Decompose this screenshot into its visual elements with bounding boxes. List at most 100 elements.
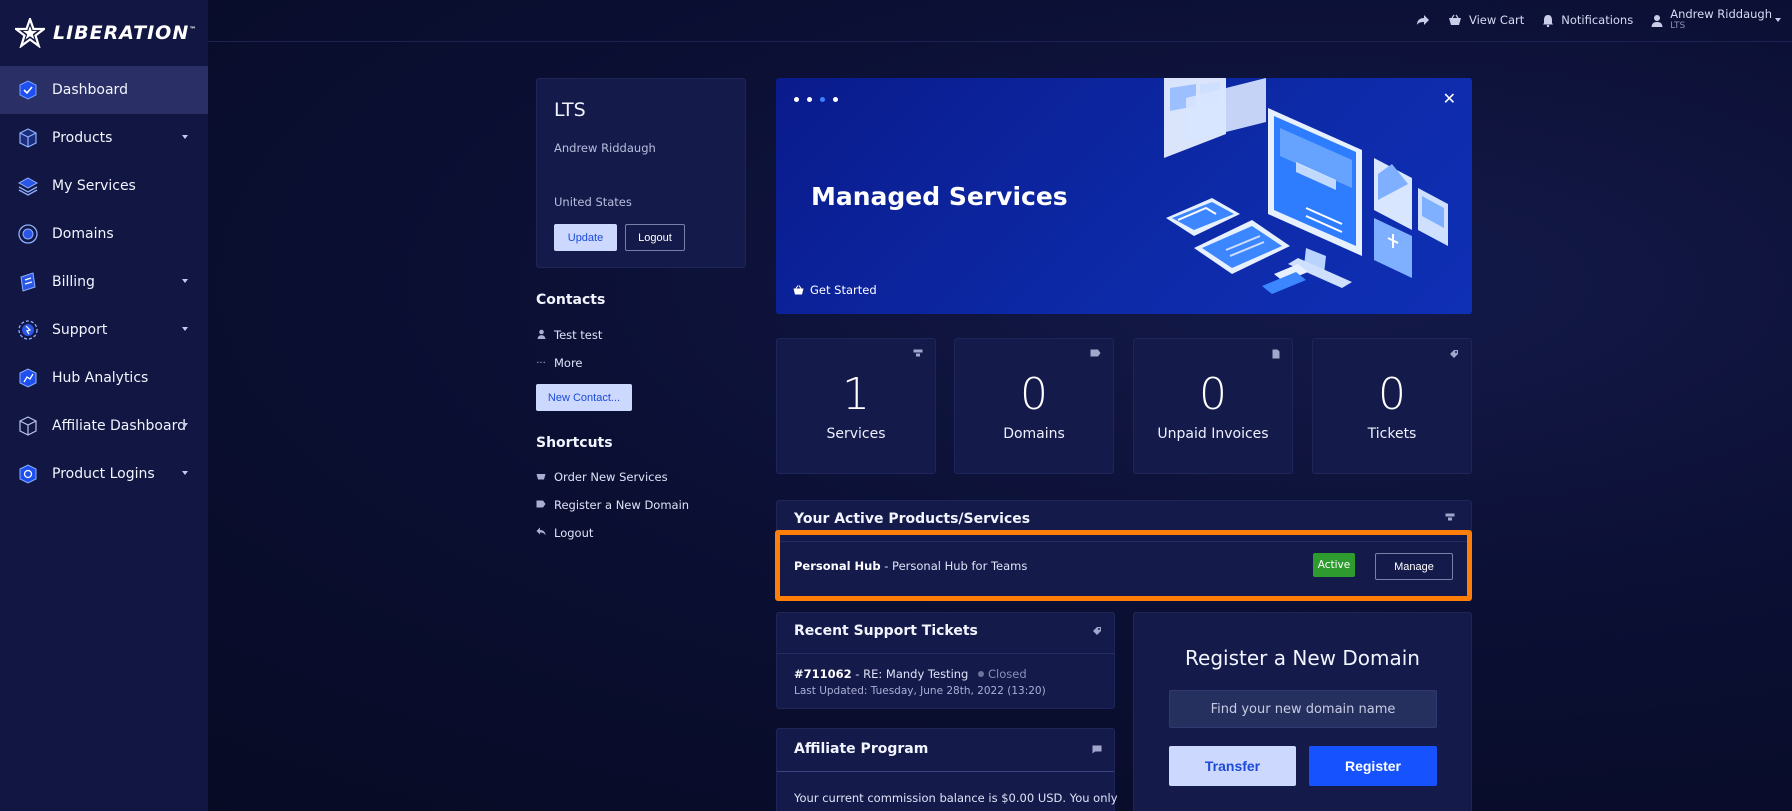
dashboard-icon: [16, 78, 40, 102]
sidebar-item-billing[interactable]: Billing: [0, 258, 208, 306]
affiliate-title: Affiliate Program: [794, 741, 929, 757]
topbar: View Cart Notifications Andrew Riddaugh …: [208, 0, 1792, 42]
document-icon: [1272, 349, 1280, 362]
carousel-dot[interactable]: [807, 97, 812, 102]
contact-item[interactable]: Test test: [536, 328, 602, 342]
stat-card-invoices[interactable]: 0 Unpaid Invoices: [1133, 338, 1293, 474]
sidebar-item-hub-analytics[interactable]: Hub Analytics: [0, 354, 208, 402]
user-company: LTS: [1670, 21, 1686, 31]
sidebar-item-domains[interactable]: Domains: [0, 210, 208, 258]
carousel-dot-active[interactable]: [820, 97, 825, 102]
shortcut-label: Order New Services: [554, 470, 668, 484]
banner-title: Managed Services: [811, 182, 1068, 211]
profile-company: LTS: [554, 99, 586, 121]
stat-card-domains[interactable]: 0 Domains: [954, 338, 1114, 474]
tag-icon: [1090, 349, 1101, 360]
bell-icon: [1543, 14, 1554, 27]
globe-icon: [16, 222, 40, 246]
chevron-down-icon: [1775, 18, 1781, 22]
view-cart-label: View Cart: [1468, 13, 1525, 27]
product-description: - Personal Hub for Teams: [880, 559, 1028, 573]
brand-logo[interactable]: LIBERATION™: [15, 18, 197, 48]
ticket-icon: [1449, 349, 1459, 362]
shortcut-register-domain[interactable]: Register a New Domain: [536, 498, 689, 512]
carousel-dot[interactable]: [794, 97, 799, 102]
tag-icon: [536, 500, 546, 511]
back-arrow-icon: [536, 527, 546, 539]
flag-icon: [1092, 745, 1102, 757]
carousel-dot[interactable]: [833, 97, 838, 102]
divider: [777, 771, 1114, 772]
domain-search-input[interactable]: [1169, 690, 1437, 728]
product-row: Personal Hub - Personal Hub for Teams: [794, 559, 1027, 573]
billing-icon: [16, 270, 40, 294]
stat-card-tickets[interactable]: 0 Tickets: [1312, 338, 1472, 474]
sidebar-item-affiliate-dashboard[interactable]: Affiliate Dashboard: [0, 402, 208, 450]
view-cart-link[interactable]: View Cart: [1448, 13, 1524, 27]
contacts-title: Contacts: [536, 292, 606, 308]
sidebar: LIBERATION™ Dashboard Products My Servic…: [0, 0, 208, 811]
share-button[interactable]: [1416, 14, 1430, 26]
sidebar-item-label: Domains: [52, 226, 114, 242]
shortcut-order-services[interactable]: Order New Services: [536, 470, 668, 484]
contacts-more-link[interactable]: ··· More: [536, 356, 583, 370]
shortcut-logout[interactable]: Logout: [536, 526, 593, 540]
ticket-last-updated: Last Updated: Tuesday, June 28th, 2022 (…: [794, 685, 1046, 697]
recent-tickets-title: Recent Support Tickets: [794, 623, 978, 639]
sidebar-item-label: Affiliate Dashboard: [52, 418, 186, 434]
ticket-status: Closed: [988, 667, 1027, 681]
brand-name: LIBERATION™: [53, 22, 198, 44]
ticket-subject: - RE: Mandy Testing: [851, 667, 969, 681]
chevron-down-icon: [182, 279, 188, 283]
active-products-panel: Your Active Products/Services Personal H…: [776, 500, 1472, 598]
devices-illustration: [1164, 78, 1448, 294]
analytics-icon: [16, 366, 40, 390]
divider: [777, 653, 1114, 654]
sidebar-nav: Dashboard Products My Services Domains B…: [0, 66, 208, 498]
status-dot-icon: [978, 671, 985, 677]
logout-button[interactable]: Logout: [625, 224, 685, 251]
sidebar-item-support[interactable]: Support: [0, 306, 208, 354]
stat-label: Services: [826, 426, 886, 442]
user-icon: [536, 329, 546, 342]
sidebar-item-label: My Services: [52, 178, 136, 194]
notifications-link[interactable]: Notifications: [1542, 13, 1633, 27]
stat-label: Domains: [1003, 426, 1065, 442]
register-domain-title: Register a New Domain: [1185, 646, 1420, 670]
get-started-link[interactable]: Get Started: [793, 283, 877, 297]
sidebar-item-label: Dashboard: [52, 82, 128, 98]
register-button[interactable]: Register: [1309, 746, 1437, 786]
contacts-more-label: More: [554, 356, 583, 370]
sidebar-item-my-services[interactable]: My Services: [0, 162, 208, 210]
star-logo-icon: [15, 18, 45, 48]
affiliate-panel: Affiliate Program Your current commissio…: [776, 728, 1118, 811]
cube-icon: [16, 126, 40, 150]
chevron-down-icon: [182, 327, 188, 331]
share-icon: [1416, 15, 1429, 25]
stat-value: 0: [1378, 369, 1406, 420]
carousel-dots: [794, 97, 838, 102]
new-contact-button[interactable]: New Contact...: [536, 384, 632, 411]
update-button[interactable]: Update: [554, 224, 617, 251]
affiliate-text: Your current commission balance is $0.00…: [794, 791, 1118, 805]
user-menu[interactable]: Andrew Riddaugh LTS: [1651, 8, 1781, 32]
chevron-down-icon: [182, 471, 188, 475]
stat-label: Unpaid Invoices: [1157, 426, 1269, 442]
notifications-label: Notifications: [1561, 13, 1634, 27]
user-icon: [1651, 14, 1663, 27]
transfer-button[interactable]: Transfer: [1169, 746, 1296, 786]
chevron-down-icon: [182, 423, 188, 427]
ticket-icon: [1092, 626, 1102, 639]
sidebar-item-label: Hub Analytics: [52, 370, 149, 386]
stat-card-services[interactable]: 1 Services: [776, 338, 936, 474]
profile-name: Andrew Riddaugh: [554, 141, 656, 155]
stat-value: 0: [1199, 369, 1227, 420]
manage-button[interactable]: Manage: [1375, 553, 1453, 580]
sidebar-item-product-logins[interactable]: Product Logins: [0, 450, 208, 498]
shortcuts-title: Shortcuts: [536, 435, 613, 451]
divider: [777, 541, 1471, 542]
sidebar-item-dashboard[interactable]: Dashboard: [0, 66, 208, 114]
sidebar-item-products[interactable]: Products: [0, 114, 208, 162]
user-name: Andrew Riddaugh: [1670, 7, 1772, 21]
ticket-row[interactable]: #711062 - RE: Mandy Testing Closed: [794, 667, 1027, 681]
